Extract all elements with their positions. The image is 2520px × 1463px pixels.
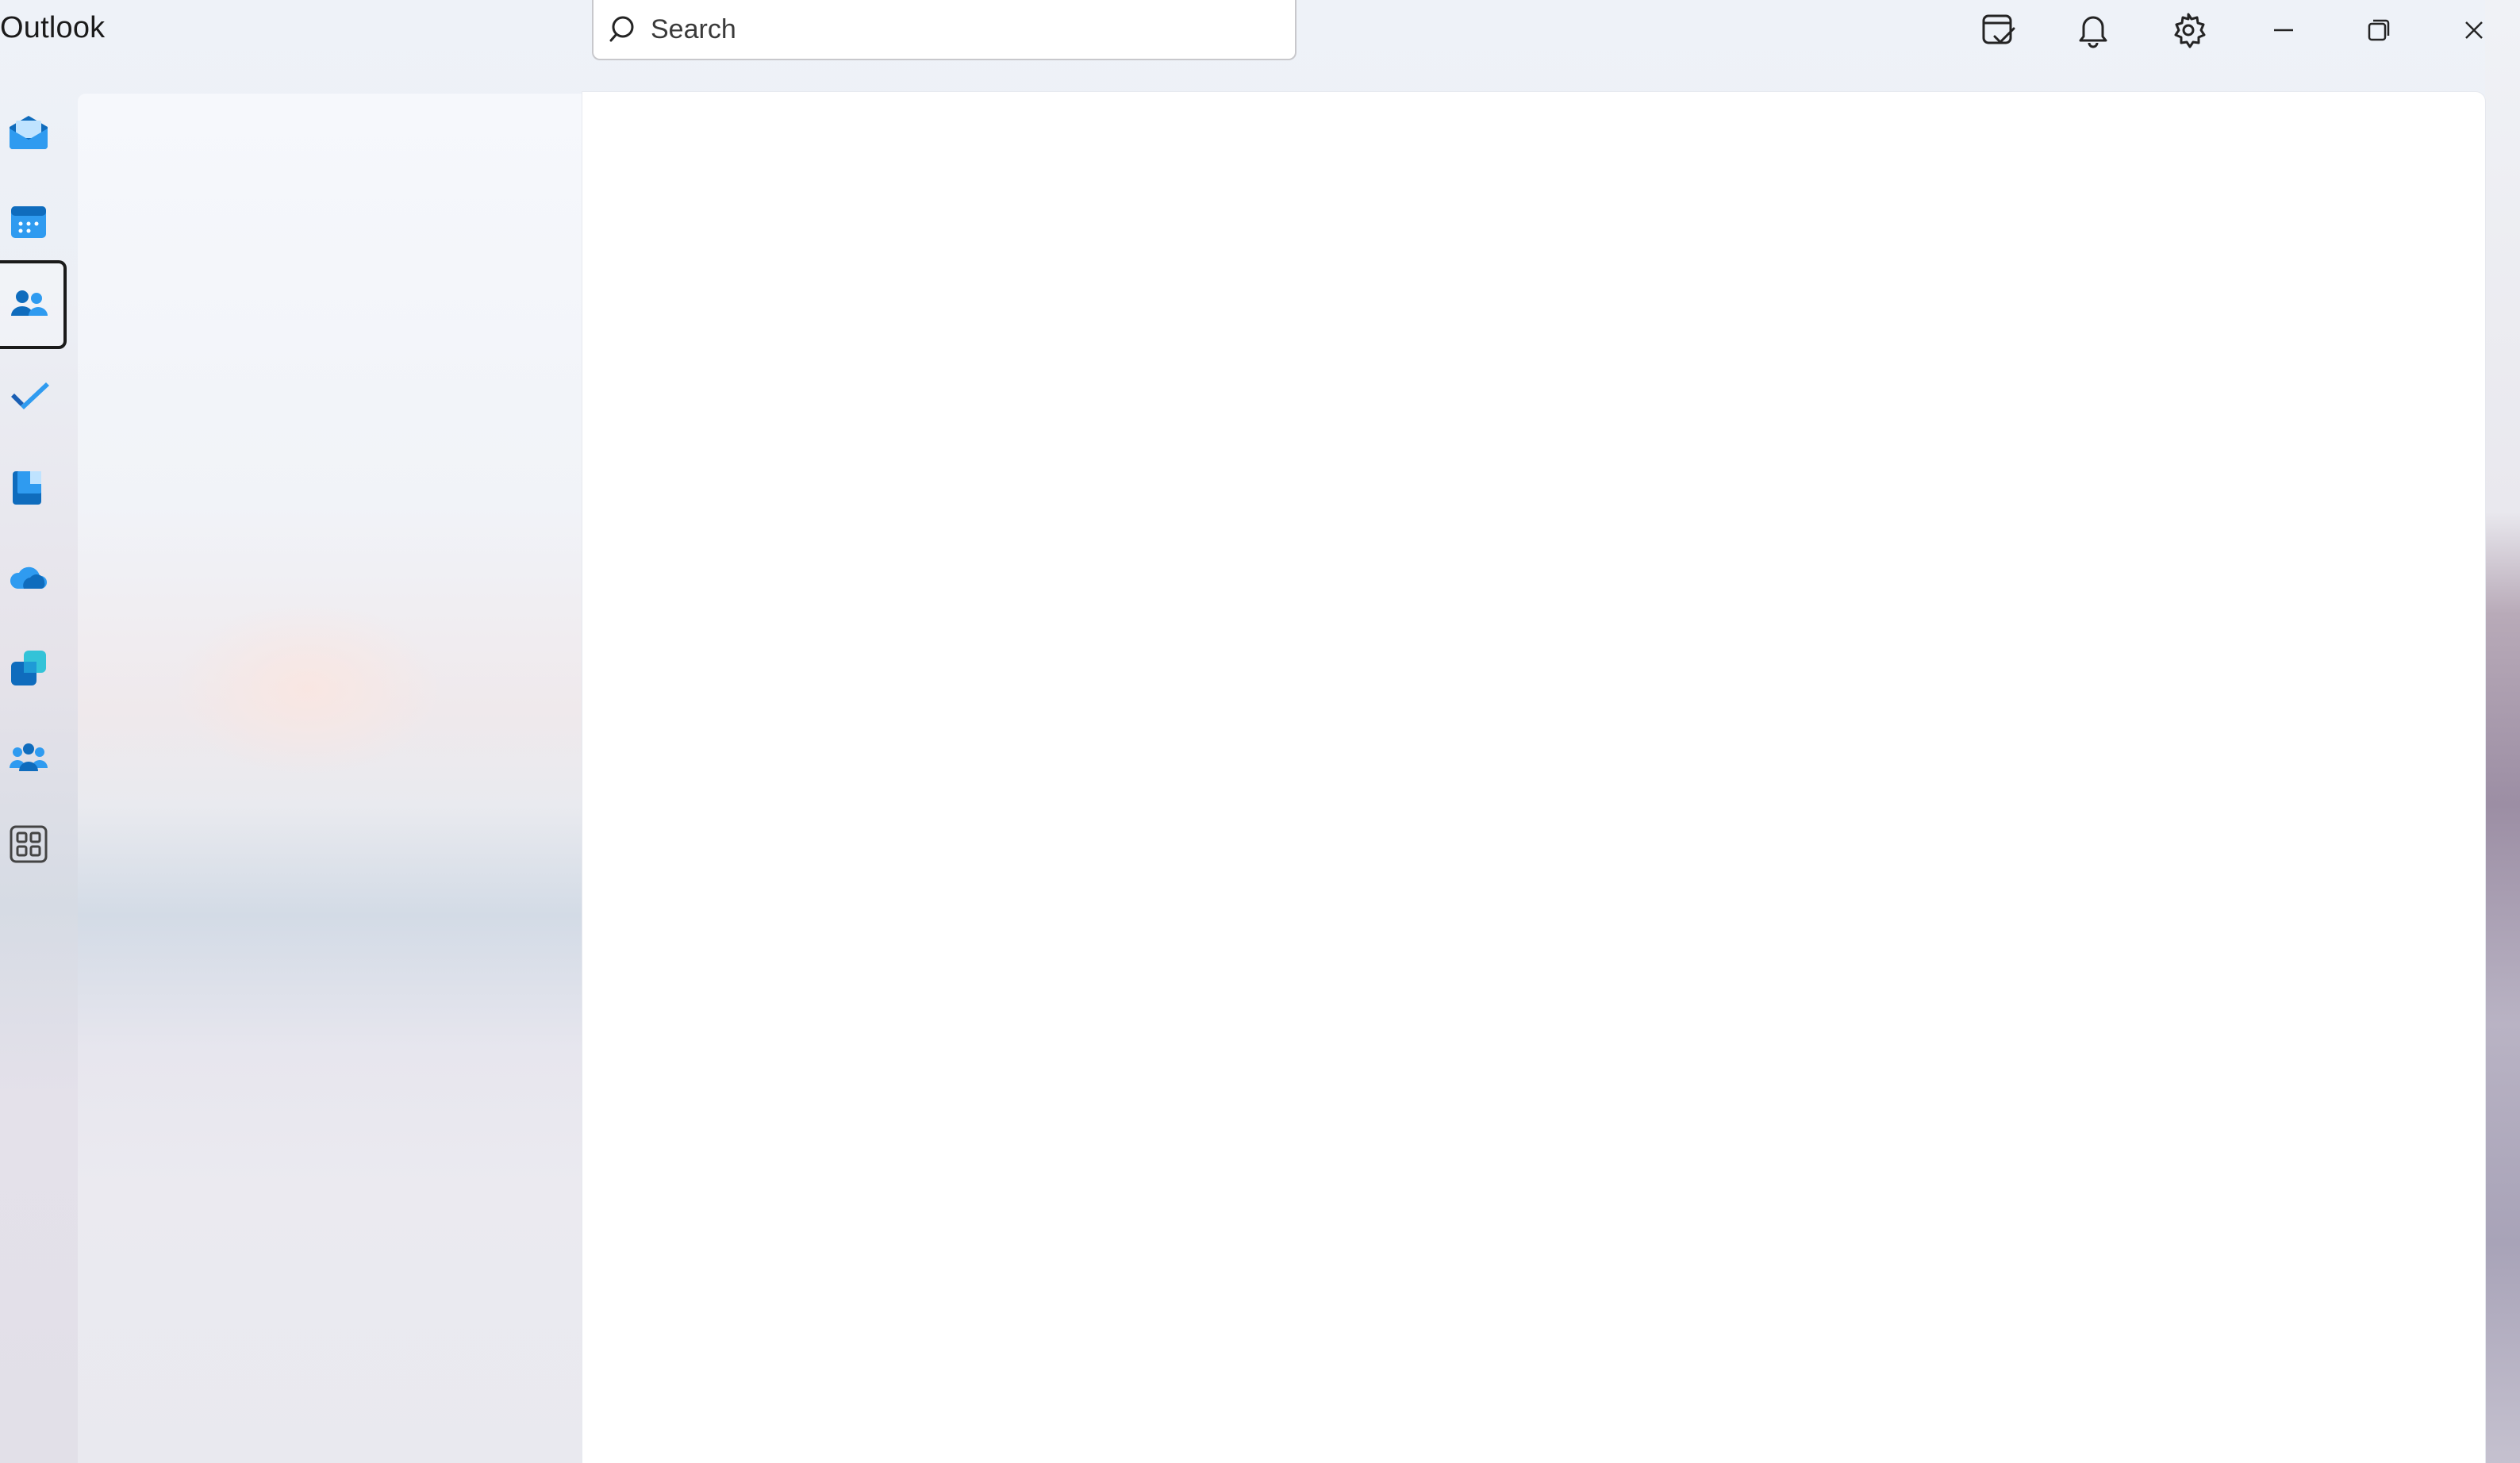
mail-icon	[6, 109, 51, 158]
close-icon	[2458, 14, 2490, 50]
people-icon	[6, 281, 51, 329]
gear-icon	[2169, 11, 2207, 53]
rail-item-files[interactable]	[0, 447, 67, 530]
title-bar: Outlook	[0, 0, 2485, 92]
rail-item-todo[interactable]	[0, 357, 67, 440]
search-input[interactable]	[651, 6, 1270, 53]
todo-check-icon	[6, 374, 51, 423]
bookings-icon	[6, 646, 51, 694]
search-icon	[608, 12, 643, 47]
desktop-wallpaper	[2485, 0, 2520, 1463]
bell-icon	[2074, 11, 2112, 53]
calendar-icon	[6, 200, 51, 248]
onedrive-cloud-icon	[6, 555, 51, 604]
apps-grid-icon	[6, 822, 51, 870]
settings-button[interactable]	[2158, 5, 2218, 59]
rail-item-mail[interactable]	[0, 92, 67, 175]
files-icon	[6, 465, 51, 513]
my-day-button[interactable]	[1968, 5, 2028, 59]
rail-item-people[interactable]	[0, 260, 67, 349]
notifications-button[interactable]	[2063, 5, 2123, 59]
search-box[interactable]	[592, 0, 1296, 60]
rail-item-bookings[interactable]	[0, 628, 67, 711]
rail-item-groups[interactable]	[0, 719, 67, 801]
minimize-icon	[2268, 14, 2299, 50]
rail-item-onedrive[interactable]	[0, 538, 67, 620]
groups-icon	[6, 736, 51, 785]
restore-button[interactable]	[2349, 5, 2409, 59]
rail-item-more-apps[interactable]	[0, 804, 67, 887]
app-title: Outlook	[0, 11, 106, 44]
folder-pane	[78, 94, 582, 1463]
minimize-button[interactable]	[2253, 5, 2314, 59]
calendar-check-icon	[1979, 11, 2017, 53]
close-button[interactable]	[2444, 5, 2504, 59]
main-content-pane	[582, 92, 2485, 1463]
rail-item-calendar[interactable]	[0, 182, 67, 265]
app-rail	[0, 92, 76, 1463]
restore-icon	[2363, 14, 2395, 50]
